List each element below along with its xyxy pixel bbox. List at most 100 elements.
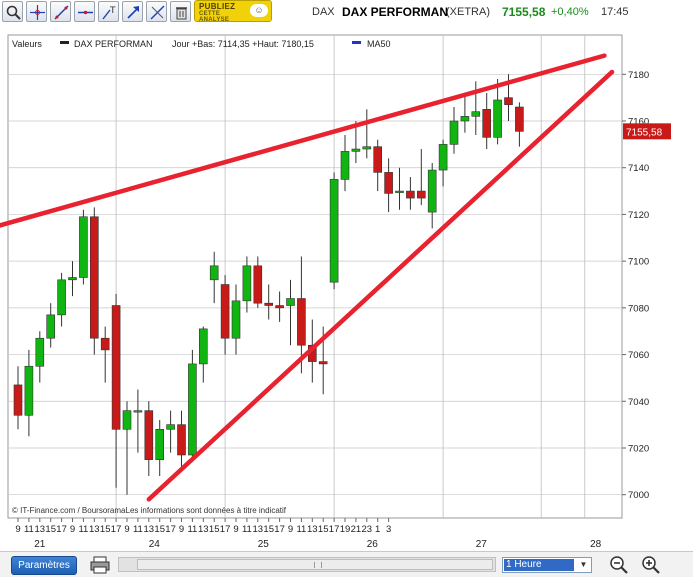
timeframe-select[interactable]: 1 Heure ▼ — [502, 557, 592, 573]
y-tick-label: 7040 — [628, 397, 649, 408]
candle-body — [297, 298, 306, 346]
candle-body — [209, 265, 219, 281]
candle-body — [482, 109, 492, 138]
y-tick-label: 7000 — [628, 490, 649, 501]
scrollbar-thumb[interactable] — [137, 559, 493, 570]
legend-stats: Jour +Bas: 7114,35 +Haut: 7180,15 — [172, 39, 314, 49]
candle-body — [188, 363, 197, 456]
x-hour-label: 17 — [329, 524, 340, 535]
candle-body — [504, 97, 513, 105]
x-hour-label: 11 — [24, 524, 34, 535]
candle-body — [122, 410, 132, 430]
candle-body — [373, 146, 383, 173]
x-hour-label: 15 — [318, 524, 329, 535]
candle-body — [351, 148, 361, 152]
candle-body — [406, 190, 415, 199]
candle-body — [111, 305, 121, 430]
candle-body — [493, 99, 502, 138]
x-hour-label: 9 — [15, 524, 20, 535]
candle-body — [231, 300, 241, 339]
candle-body — [438, 144, 448, 171]
candle-body — [242, 265, 252, 302]
x-hour-label: 11 — [133, 524, 143, 535]
timeframe-value: 1 Heure — [504, 559, 574, 571]
candle-body — [144, 410, 154, 460]
candle-body — [362, 146, 372, 150]
candle-body — [133, 410, 143, 413]
x-hour-label: 13 — [89, 524, 100, 535]
candle-body — [155, 429, 164, 460]
y-tick-label: 7080 — [628, 303, 649, 314]
x-hour-label: 13 — [253, 524, 264, 535]
x-hour-label: 23 — [362, 524, 373, 535]
print-icon[interactable] — [89, 555, 111, 575]
x-hour-label: 17 — [56, 524, 67, 535]
y-tick-label: 7060 — [628, 350, 649, 361]
x-hour-label: 11 — [242, 524, 252, 535]
candle-body — [515, 106, 524, 132]
x-hour-label: 15 — [263, 524, 274, 535]
candle-body — [318, 361, 328, 365]
scrollbar-grip-icon — [314, 562, 322, 568]
x-date-label: 24 — [149, 539, 161, 550]
legend-series-label: DAX PERFORMAN — [74, 39, 153, 49]
candle-body — [220, 284, 230, 339]
candle-body — [427, 169, 437, 213]
last-price-label: 7155,58 — [626, 127, 663, 138]
y-tick-label: 7100 — [628, 257, 649, 268]
source-credit: © IT-Finance.com / BoursoramaLes informa… — [12, 506, 287, 515]
candle-body — [177, 424, 186, 456]
x-hour-label: 15 — [209, 524, 220, 535]
zoom-out-icon[interactable] — [609, 555, 629, 575]
candle-body — [68, 277, 77, 281]
candle-body — [395, 190, 404, 193]
candle-body — [275, 305, 284, 309]
candle-body — [79, 216, 88, 278]
candlestick-chart[interactable]: 7000702070407060708071007120714071607180… — [0, 0, 693, 551]
candle-body — [35, 337, 45, 367]
x-hour-label: 21 — [351, 524, 362, 535]
x-hour-label: 15 — [154, 524, 165, 535]
legend-ma-swatch — [352, 41, 361, 44]
x-date-label: 28 — [590, 539, 602, 550]
plot-frame — [7, 34, 623, 519]
legend-values-label: Valeurs — [12, 39, 42, 49]
x-hour-label: 17 — [220, 524, 231, 535]
x-hour-label: 17 — [274, 524, 285, 535]
candle-body — [57, 279, 66, 316]
x-hour-label: 3 — [386, 524, 391, 535]
x-hour-label: 9 — [124, 524, 129, 535]
candle-body — [329, 179, 339, 283]
x-hour-label: 15 — [45, 524, 56, 535]
time-scrollbar[interactable] — [118, 557, 496, 572]
chevron-down-icon: ▼ — [579, 560, 588, 569]
candle-body — [24, 365, 34, 416]
y-tick-label: 7020 — [628, 443, 649, 454]
x-hour-label: 13 — [144, 524, 155, 535]
x-hour-label: 13 — [198, 524, 209, 535]
candle-body — [166, 424, 175, 430]
x-hour-label: 9 — [70, 524, 75, 535]
x-hour-label: 15 — [100, 524, 111, 535]
candle-body — [449, 120, 459, 145]
x-hour-label: 13 — [307, 524, 318, 535]
candle-body — [13, 384, 23, 416]
candle-body — [264, 302, 274, 306]
candle-body — [471, 111, 481, 117]
y-tick-label: 7140 — [628, 163, 649, 174]
bottom-toolbar: Paramètres 1 Heure ▼ — [0, 551, 693, 577]
zoom-in-icon[interactable] — [641, 555, 661, 575]
candle-body — [253, 265, 263, 304]
candle-body — [100, 337, 110, 351]
x-hour-label: 17 — [165, 524, 176, 535]
candle-body — [46, 314, 56, 339]
x-date-label: 27 — [476, 539, 488, 550]
legend-ma-label: MA50 — [367, 39, 391, 49]
x-hour-label: 11 — [296, 524, 306, 535]
candle-body — [384, 172, 393, 194]
candle-body — [460, 116, 470, 122]
parameters-button[interactable]: Paramètres — [11, 556, 77, 575]
x-date-label: 21 — [34, 539, 46, 550]
y-tick-label: 7180 — [628, 70, 649, 81]
x-date-label: 25 — [258, 539, 270, 550]
